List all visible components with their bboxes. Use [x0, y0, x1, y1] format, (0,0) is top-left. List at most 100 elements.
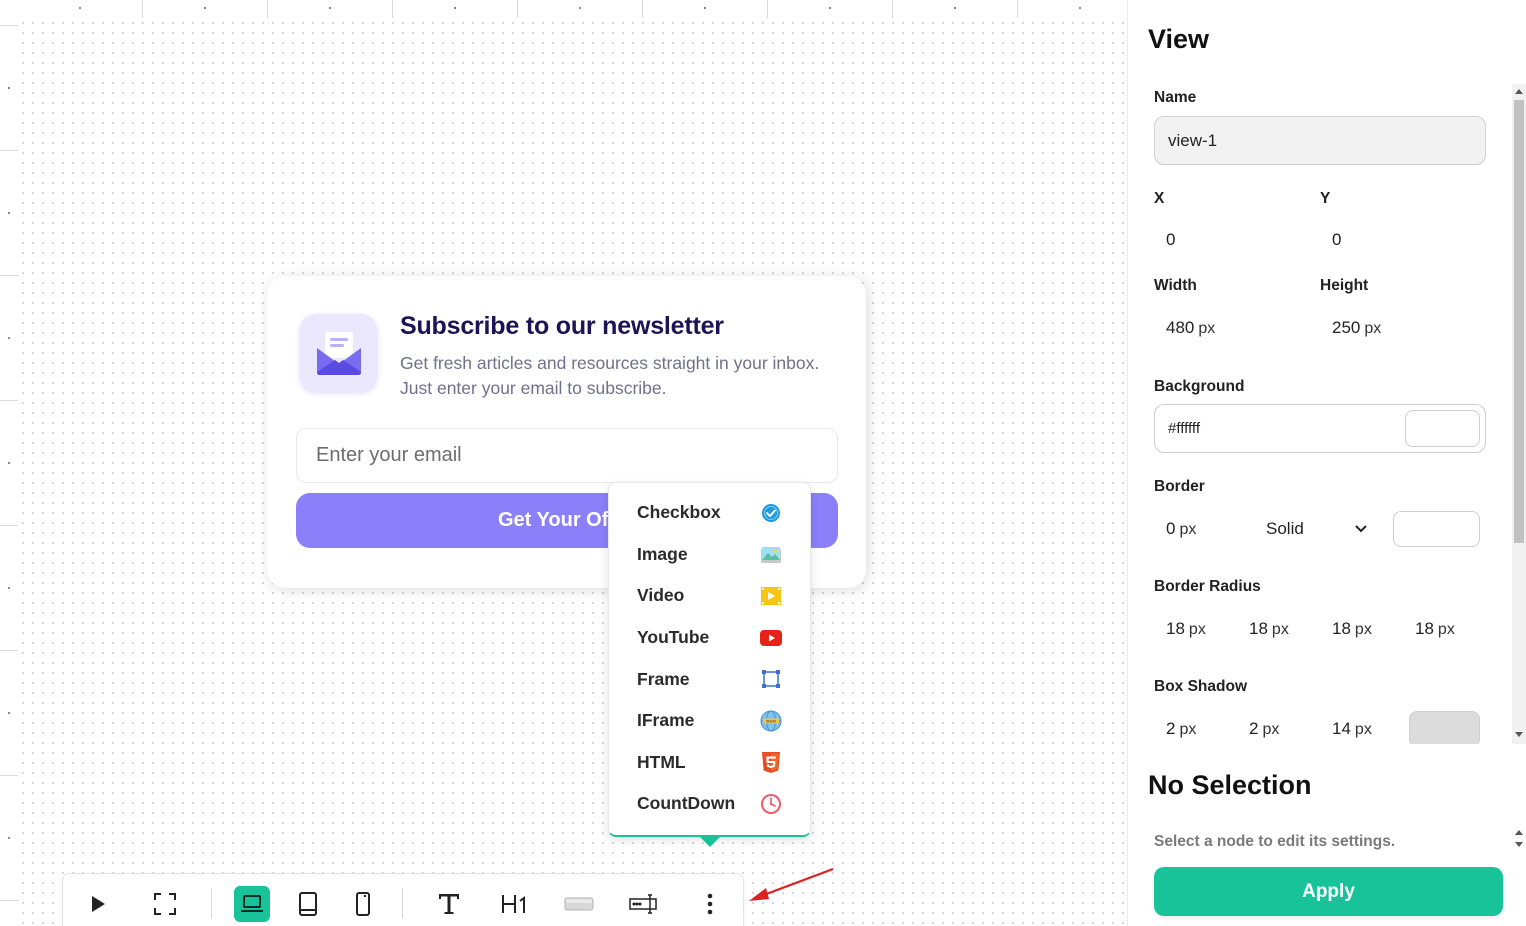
- y-label: Y: [1320, 190, 1331, 207]
- menu-item-label: CountDown: [637, 793, 736, 814]
- properties-scroll-area[interactable]: Name X Y 0 0 Width Height 480px 250px Ba…: [1128, 84, 1512, 744]
- ruler-dot: [79, 7, 81, 9]
- menu-item-label: Image: [637, 543, 688, 564]
- ruler-tick: [517, 0, 518, 18]
- fullscreen-icon[interactable]: [147, 886, 183, 922]
- radius-value: 18: [1415, 619, 1434, 638]
- background-color-swatch[interactable]: [1405, 410, 1480, 447]
- border-radius-top-right[interactable]: 18 px: [1249, 619, 1289, 639]
- shadow-value: 14: [1332, 719, 1351, 738]
- scroll-thumb[interactable]: [1514, 100, 1524, 543]
- scroll-up-icon[interactable]: [1515, 830, 1523, 835]
- youtube-icon: [760, 627, 782, 649]
- border-label: Border: [1154, 478, 1205, 495]
- scrollbar[interactable]: [1512, 84, 1526, 744]
- name-field[interactable]: [1154, 116, 1486, 165]
- scrollbar-mini[interactable]: [1512, 826, 1526, 852]
- border-radius-bottom-left[interactable]: 18 px: [1415, 619, 1455, 639]
- ruler-dot: [204, 7, 206, 9]
- ruler-tick: [142, 0, 143, 18]
- border-style-select[interactable]: Solid: [1266, 519, 1304, 539]
- menu-item-frame[interactable]: Frame: [609, 658, 810, 700]
- input-icon[interactable]: [626, 886, 662, 922]
- ruler-tick: [1017, 0, 1018, 18]
- ruler-tick: [0, 650, 18, 651]
- video-icon: [760, 585, 782, 607]
- more-icon[interactable]: [692, 886, 728, 922]
- border-radius-top-left[interactable]: 18 px: [1166, 619, 1206, 639]
- no-selection-description: Select a node to edit its settings.: [1154, 833, 1396, 850]
- unit-label: px: [1437, 621, 1455, 638]
- button-icon[interactable]: [561, 886, 597, 922]
- scroll-up-icon[interactable]: [1515, 89, 1523, 94]
- shadow-x-field[interactable]: 2 px: [1166, 719, 1196, 739]
- unit-label: px: [1354, 621, 1372, 638]
- ruler-tick: [0, 400, 18, 401]
- width-field[interactable]: 480 px: [1166, 318, 1215, 338]
- ruler-dot: [329, 7, 331, 9]
- ruler-dot: [954, 7, 956, 9]
- desktop-icon[interactable]: [234, 886, 270, 922]
- heading-icon[interactable]: [497, 886, 533, 922]
- border-width-field[interactable]: 0 px: [1166, 519, 1196, 539]
- shadow-blur-field[interactable]: 14 px: [1332, 719, 1372, 739]
- height-field[interactable]: 250 px: [1332, 318, 1381, 338]
- ruler-dot: [1079, 7, 1081, 9]
- height-label: Height: [1320, 277, 1369, 294]
- popup-pointer: [700, 837, 720, 847]
- envelope-icon: [300, 314, 377, 391]
- border-style-value: Solid: [1266, 519, 1304, 538]
- scroll-down-icon[interactable]: [1515, 842, 1523, 847]
- scroll-down-icon[interactable]: [1515, 732, 1523, 737]
- radius-value: 18: [1249, 619, 1268, 638]
- menu-item-label: HTML: [637, 751, 686, 772]
- svg-text:www: www: [766, 719, 777, 724]
- play-icon[interactable]: [80, 886, 116, 922]
- menu-item-video[interactable]: Video: [609, 575, 810, 617]
- countdown-icon: [760, 793, 782, 815]
- ruler-dot: [8, 87, 10, 89]
- menu-item-iframe[interactable]: IFrame www: [609, 700, 810, 742]
- menu-item-countdown[interactable]: CountDown: [609, 783, 810, 825]
- border-color-swatch[interactable]: [1393, 511, 1480, 547]
- ruler-tick: [892, 0, 893, 18]
- ruler-dot: [454, 7, 456, 9]
- radius-value: 18: [1166, 619, 1185, 638]
- x-field[interactable]: 0: [1166, 230, 1175, 250]
- tablet-icon[interactable]: [290, 886, 326, 922]
- chevron-down-icon[interactable]: [1354, 524, 1368, 534]
- ruler-tick: [0, 275, 18, 276]
- ruler-tick: [0, 900, 18, 901]
- design-canvas[interactable]: Subscribe to our newsletter Get fresh ar…: [0, 0, 1127, 926]
- shadow-value: 2: [1166, 719, 1176, 738]
- mobile-icon[interactable]: [345, 886, 381, 922]
- iframe-icon: www: [760, 710, 782, 732]
- no-selection-title: No Selection: [1148, 770, 1312, 800]
- ruler-left: [0, 0, 18, 926]
- border-radius-bottom-right[interactable]: 18 px: [1332, 619, 1372, 639]
- ruler-tick: [267, 0, 268, 18]
- ruler-tick: [0, 775, 18, 776]
- menu-item-youtube[interactable]: YouTube: [609, 617, 810, 659]
- shadow-y-field[interactable]: 2 px: [1249, 719, 1279, 739]
- menu-item-checkbox[interactable]: Checkbox: [609, 492, 810, 534]
- menu-item-html[interactable]: HTML: [609, 742, 810, 784]
- text-icon[interactable]: [431, 886, 467, 922]
- background-field[interactable]: #ffffff: [1154, 404, 1486, 453]
- ruler-tick: [642, 0, 643, 18]
- unit-label: px: [1198, 320, 1216, 337]
- checkbox-icon: [760, 502, 782, 524]
- email-field[interactable]: [296, 428, 838, 483]
- panel-title: View: [1148, 24, 1210, 54]
- shadow-color-swatch[interactable]: [1409, 711, 1480, 744]
- ruler-tick: [0, 525, 18, 526]
- apply-button[interactable]: Apply: [1154, 867, 1503, 916]
- unit-label: px: [1262, 721, 1280, 738]
- border-width-value: 0: [1166, 519, 1176, 538]
- menu-item-image[interactable]: Image: [609, 534, 810, 576]
- menu-item-label: IFrame: [637, 710, 695, 731]
- menu-item-label: Frame: [637, 668, 690, 689]
- y-field[interactable]: 0: [1332, 230, 1341, 250]
- unit-label: px: [1188, 621, 1206, 638]
- name-label: Name: [1154, 89, 1197, 106]
